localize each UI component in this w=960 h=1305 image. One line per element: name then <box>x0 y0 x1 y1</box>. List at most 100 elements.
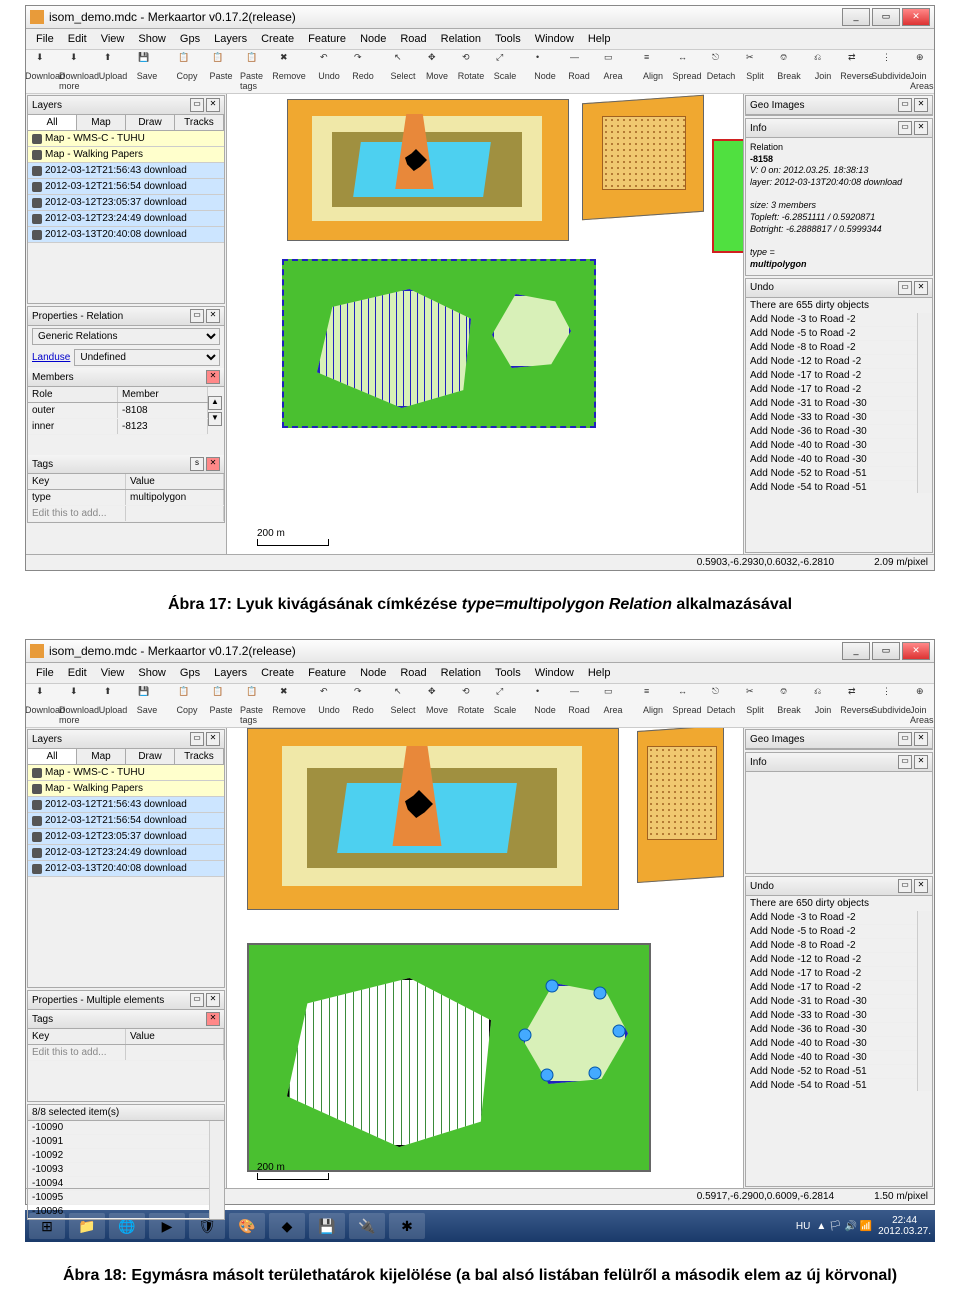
panel-close-button[interactable]: ✕ <box>206 309 220 323</box>
tool-node[interactable]: •Node <box>530 52 560 91</box>
menu-layers[interactable]: Layers <box>208 665 253 681</box>
tool-road[interactable]: —Road <box>564 52 594 91</box>
map-canvas[interactable]: 200 m <box>227 94 743 554</box>
close-button[interactable]: ✕ <box>902 8 930 26</box>
undo-list[interactable]: Add Node -3 to Road -2Add Node -5 to Roa… <box>746 313 917 493</box>
scrollbar[interactable] <box>209 1121 224 1219</box>
layer-item[interactable]: Map - Walking Papers <box>28 781 224 797</box>
layer-item[interactable]: 2012-03-12T23:05:37 download <box>28 829 224 845</box>
tool-paste-tags[interactable]: 📋Paste tags <box>240 686 270 725</box>
undo-item[interactable]: Add Node -40 to Road -30 <box>746 1037 917 1051</box>
tool-spread[interactable]: ↔Spread <box>672 52 702 91</box>
undo-item[interactable]: Add Node -8 to Road -2 <box>746 341 917 355</box>
layer-item[interactable]: Map - Walking Papers <box>28 147 224 163</box>
undo-item[interactable]: Add Node -52 to Road -51 <box>746 1065 917 1079</box>
tool-paste[interactable]: 📋Paste <box>206 686 236 725</box>
system-tray[interactable]: HU▲ 🏳 🔊 📶 22:442012.03.27. <box>796 1215 931 1237</box>
layer-item[interactable]: 2012-03-13T20:40:08 download <box>28 861 224 877</box>
undo-item[interactable]: Add Node -33 to Road -30 <box>746 1009 917 1023</box>
selection-item[interactable]: -10092 <box>28 1149 209 1163</box>
undo-item[interactable]: Add Node -33 to Road -30 <box>746 411 917 425</box>
member-row[interactable]: inner-8123 <box>28 419 208 435</box>
undo-item[interactable]: Add Node -5 to Road -2 <box>746 327 917 341</box>
menu-node[interactable]: Node <box>354 665 392 681</box>
app-icon[interactable]: 🎨 <box>229 1213 265 1239</box>
tool-remove[interactable]: ✖Remove <box>274 686 304 725</box>
tool-break[interactable]: ⎊Break <box>774 52 804 91</box>
tool-reverse[interactable]: ⇄Reverse <box>842 686 872 725</box>
maximize-button[interactable]: ▭ <box>872 8 900 26</box>
undo-item[interactable]: Add Node -54 to Road -51 <box>746 481 917 493</box>
undo-item[interactable]: Add Node -17 to Road -2 <box>746 967 917 981</box>
tool-node[interactable]: •Node <box>530 686 560 725</box>
layer-item[interactable]: Map - WMS-C - TUHU <box>28 765 224 781</box>
layer-item[interactable]: 2012-03-12T21:56:54 download <box>28 179 224 195</box>
menu-create[interactable]: Create <box>255 665 300 681</box>
float-button[interactable]: ▭ <box>190 98 204 112</box>
splat-icon[interactable]: ✱ <box>389 1213 425 1239</box>
menu-relation[interactable]: Relation <box>435 665 487 681</box>
tool-split[interactable]: ✂Split <box>740 52 770 91</box>
undo-item[interactable]: Add Node -12 to Road -2 <box>746 355 917 369</box>
menu-help[interactable]: Help <box>582 31 617 47</box>
selection-item[interactable]: -10096 <box>28 1205 209 1219</box>
menu-edit[interactable]: Edit <box>62 31 93 47</box>
undo-item[interactable]: Add Node -8 to Road -2 <box>746 939 917 953</box>
layer-item[interactable]: 2012-03-12T23:24:49 download <box>28 845 224 861</box>
undo-item[interactable]: Add Node -31 to Road -30 <box>746 397 917 411</box>
tool-join[interactable]: ⎌Join <box>808 686 838 725</box>
tab-all[interactable]: All <box>28 749 77 764</box>
selection-item[interactable]: -10090 <box>28 1121 209 1135</box>
undo-item[interactable]: Add Node -3 to Road -2 <box>746 313 917 327</box>
tool-break[interactable]: ⎊Break <box>774 686 804 725</box>
tool-align[interactable]: ≡Align <box>638 52 668 91</box>
menu-window[interactable]: Window <box>529 665 580 681</box>
layer-item[interactable]: 2012-03-12T23:24:49 download <box>28 211 224 227</box>
menu-window[interactable]: Window <box>529 31 580 47</box>
selection-item[interactable]: -10094 <box>28 1177 209 1191</box>
menu-road[interactable]: Road <box>394 31 432 47</box>
tool-undo[interactable]: ↶Undo <box>314 52 344 91</box>
undo-item[interactable]: Add Node -5 to Road -2 <box>746 925 917 939</box>
tool-upload[interactable]: ⬆Upload <box>98 686 128 725</box>
tool-paste-tags[interactable]: 📋Paste tags <box>240 52 270 91</box>
tab-all[interactable]: All <box>28 115 77 130</box>
menu-view[interactable]: View <box>95 665 131 681</box>
tool-save[interactable]: 💾Save <box>132 52 162 91</box>
tab-map[interactable]: Map <box>77 749 126 764</box>
undo-item[interactable]: Add Node -40 to Road -30 <box>746 453 917 467</box>
tool-remove[interactable]: ✖Remove <box>274 52 304 91</box>
menu-create[interactable]: Create <box>255 31 300 47</box>
undo-item[interactable]: Add Node -31 to Road -30 <box>746 995 917 1009</box>
tool-reverse[interactable]: ⇄Reverse <box>842 52 872 91</box>
tool-detach[interactable]: ⎋Detach <box>706 52 736 91</box>
undo-list[interactable]: Add Node -3 to Road -2Add Node -5 to Roa… <box>746 911 917 1091</box>
tool-join-areas[interactable]: ⊕Join Areas <box>910 686 934 725</box>
add-tag[interactable]: Edit this to add... <box>28 1045 126 1060</box>
menu-file[interactable]: File <box>30 665 60 681</box>
tool-upload[interactable]: ⬆Upload <box>98 52 128 91</box>
landuse-combo[interactable]: Undefined <box>74 349 220 366</box>
menu-layers[interactable]: Layers <box>208 31 253 47</box>
tool-road[interactable]: —Road <box>564 686 594 725</box>
tool-redo[interactable]: ↷Redo <box>348 52 378 91</box>
tool-redo[interactable]: ↷Redo <box>348 686 378 725</box>
menu-road[interactable]: Road <box>394 665 432 681</box>
tab-map[interactable]: Map <box>77 115 126 130</box>
undo-item[interactable]: Add Node -40 to Road -30 <box>746 1051 917 1065</box>
tool-subdivide[interactable]: ⋮Subdivide <box>876 686 906 725</box>
tool-detach[interactable]: ⎋Detach <box>706 686 736 725</box>
menu-gps[interactable]: Gps <box>174 665 206 681</box>
layer-item[interactable]: 2012-03-12T21:56:54 download <box>28 813 224 829</box>
tool-undo[interactable]: ↶Undo <box>314 686 344 725</box>
landuse-link[interactable]: Landuse <box>32 352 70 363</box>
menu-relation[interactable]: Relation <box>435 31 487 47</box>
menu-show[interactable]: Show <box>132 31 172 47</box>
tag-s-button[interactable]: s <box>190 457 204 471</box>
layer-item[interactable]: 2012-03-12T23:05:37 download <box>28 195 224 211</box>
undo-item[interactable]: Add Node -52 to Road -51 <box>746 467 917 481</box>
scrollbar[interactable] <box>917 313 932 493</box>
tool-select[interactable]: ↖Select <box>388 686 418 725</box>
tool-area[interactable]: ▭Area <box>598 52 628 91</box>
tool-download-more[interactable]: ⬇Download more <box>64 52 94 91</box>
